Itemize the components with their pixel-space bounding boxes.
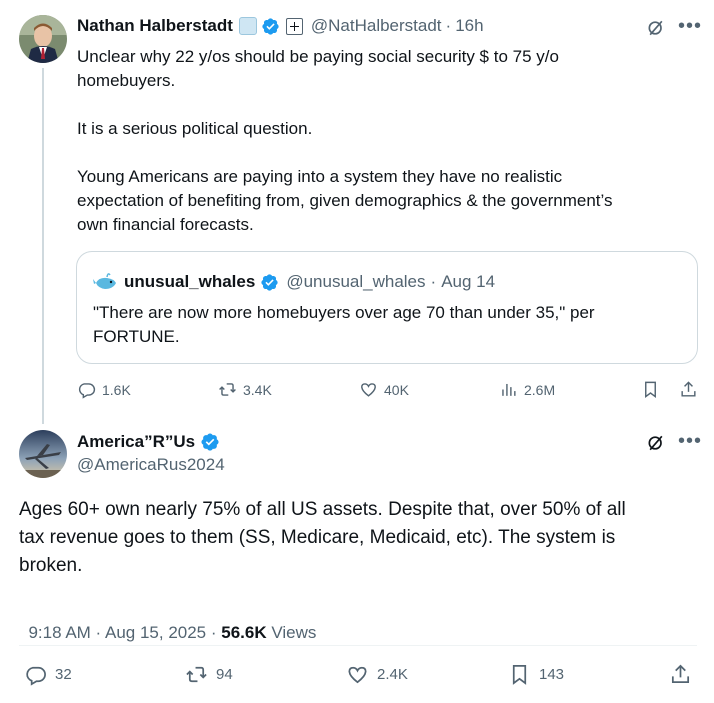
avatar-unusual-whales — [93, 269, 119, 295]
main-tweet-text: Ages 60+ own nearly 75% of all US assets… — [19, 499, 626, 576]
author-handle[interactable]: @AmericaRus2024 — [77, 455, 225, 475]
tweet-timestamp-row: 9:18 AM · Aug 15, 2025 · 56.6K Views — [19, 603, 316, 643]
verified-badge-icon — [261, 273, 278, 291]
reply-icon — [78, 383, 96, 399]
bookmark-count: 143 — [539, 666, 565, 683]
repost-count: 3.4K — [243, 381, 272, 398]
quoted-tweet-card[interactable]: unusual_whales @unusual_whales · Aug 14 … — [76, 251, 698, 364]
share-icon — [671, 664, 690, 684]
author-name[interactable]: Nathan Halberstadt — [77, 16, 233, 36]
more-options-button[interactable]: ••• — [678, 15, 703, 37]
verified-badge-icon — [201, 433, 219, 451]
reply-count: 32 — [55, 666, 72, 683]
views-button[interactable]: 2.6M — [499, 380, 555, 399]
tweet-timestamp[interactable]: 9:18 AM · Aug 15, 2025 · — [28, 623, 221, 642]
verified-badge-icon — [262, 17, 279, 35]
grok-icon — [648, 20, 663, 36]
heart-icon — [361, 383, 376, 397]
quoted-tweet-header: unusual_whales @unusual_whales · Aug 14 — [93, 269, 495, 295]
thread-connector-line — [42, 68, 44, 424]
more-options-button[interactable]: ••• — [678, 430, 703, 452]
views-count: 56.6K — [221, 623, 267, 642]
views-label: Views — [266, 623, 317, 642]
quoted-author-handle[interactable]: @unusual_whales — [286, 272, 425, 292]
repost-button[interactable]: 94 — [185, 663, 233, 686]
reply-icon — [26, 666, 46, 686]
author-handle[interactable]: @NatHalberstadt — [311, 16, 442, 36]
bookmark-icon — [645, 381, 656, 399]
quoted-author-name[interactable]: unusual_whales — [124, 272, 255, 292]
repost-icon — [219, 383, 236, 396]
repost-button[interactable]: 3.4K — [218, 380, 272, 399]
grok-button[interactable] — [646, 433, 666, 458]
share-button[interactable] — [679, 380, 698, 399]
affiliation-badge-icon — [285, 17, 303, 35]
analytics-icon — [502, 383, 516, 396]
reply-button[interactable]: 1.6K — [77, 380, 131, 399]
avatar-america-r-us[interactable] — [19, 430, 67, 478]
parent-tweet-text: Unclear why 22 y/os should be paying soc… — [77, 47, 613, 234]
more-dots-icon: ••• — [678, 430, 703, 452]
author-name[interactable]: America”R”Us — [77, 432, 195, 452]
quoted-tweet-text: "There are now more homebuyers over age … — [93, 303, 595, 346]
tweet-time[interactable]: 16h — [455, 16, 483, 36]
dot-separator: · — [430, 272, 437, 291]
bookmark-icon — [512, 665, 527, 685]
quoted-tweet-time[interactable]: Aug 14 — [441, 272, 495, 292]
reply-count: 1.6K — [102, 381, 131, 398]
grok-icon — [648, 435, 663, 451]
views-count: 2.6M — [524, 381, 556, 398]
main-tweet-header: America”R”Us — [77, 432, 220, 452]
ice-cube-emoji-icon — [238, 17, 257, 35]
bookmark-button[interactable]: 143 — [508, 663, 564, 686]
repost-count: 94 — [216, 666, 233, 683]
like-button[interactable]: 40K — [359, 380, 409, 399]
divider-top — [19, 645, 697, 646]
parent-tweet-header: Nathan Halberstadt @NatHalberstadt · 16h — [77, 16, 484, 36]
avatar-nathan[interactable] — [19, 15, 67, 63]
dot-separator: · — [445, 16, 452, 35]
like-count: 40K — [384, 381, 409, 398]
repost-icon — [186, 666, 207, 683]
like-button[interactable]: 2.4K — [346, 663, 408, 686]
more-dots-icon: ••• — [678, 15, 703, 37]
like-count: 2.4K — [377, 666, 408, 683]
grok-button[interactable] — [646, 18, 666, 43]
bookmark-button[interactable] — [641, 380, 660, 399]
heart-icon — [348, 666, 367, 684]
share-icon — [681, 381, 696, 397]
share-button[interactable] — [669, 663, 692, 686]
reply-button[interactable]: 32 — [24, 663, 72, 686]
